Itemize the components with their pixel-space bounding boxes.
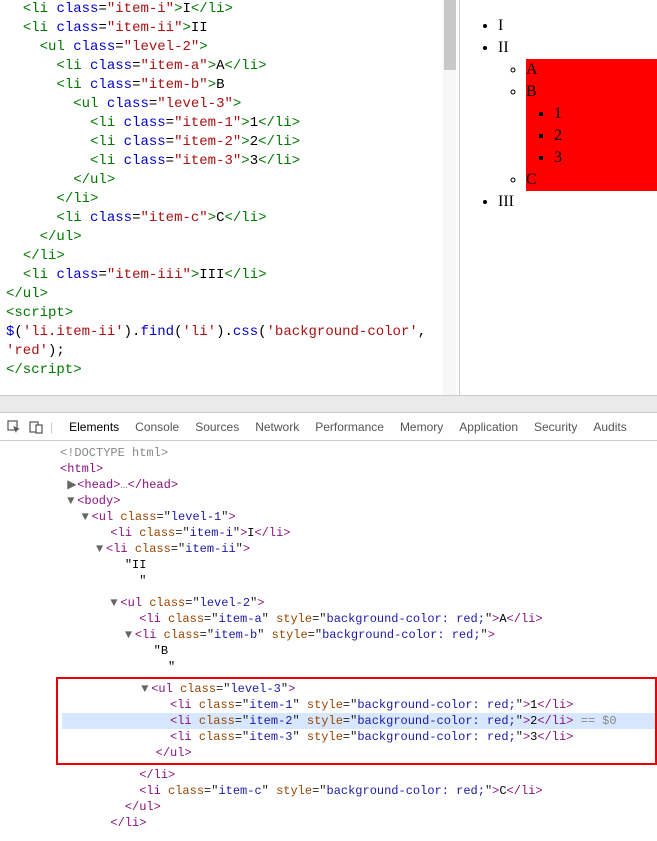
preview-item-1: 1 [554, 103, 657, 125]
preview-pane: I II A B 1 2 3 C III [460, 0, 657, 395]
preview-item-2: 2 [554, 125, 657, 147]
tab-network[interactable]: Network [255, 420, 299, 434]
preview-item-3: 3 [554, 147, 657, 169]
code-editor-pane[interactable]: <li class="item-i">I</li> <li class="ite… [0, 0, 460, 395]
preview-item-ii: II A B 1 2 3 C [498, 37, 657, 191]
tab-memory[interactable]: Memory [400, 420, 443, 434]
preview-item-b: B 1 2 3 [526, 81, 657, 169]
tab-application[interactable]: Application [459, 420, 518, 434]
scrollbar-thumb[interactable] [444, 0, 456, 70]
code-content: <li class="item-i">I</li> <li class="ite… [6, 0, 453, 380]
tab-performance[interactable]: Performance [315, 420, 384, 434]
elements-selected-node[interactable]: <li class="item-2" style="background-col… [62, 713, 655, 729]
pane-divider[interactable] [0, 395, 657, 413]
preview-item-c: C [526, 169, 657, 191]
tab-security[interactable]: Security [534, 420, 577, 434]
elements-highlight-box: ▼<ul class="level-3"> <li class="item-1"… [56, 677, 657, 765]
tab-console[interactable]: Console [135, 420, 179, 434]
tab-audits[interactable]: Audits [593, 420, 626, 434]
preview-item-iii: III [498, 191, 657, 213]
devtools-toolbar: | Elements Console Sources Network Perfo… [0, 413, 657, 441]
elements-tree[interactable]: <!DOCTYPE html> <html> ▶<head>…</head> ▼… [0, 441, 657, 841]
devtools-tabs: Elements Console Sources Network Perform… [69, 420, 627, 434]
code-scrollbar[interactable] [443, 0, 457, 395]
inspect-icon[interactable] [6, 419, 22, 435]
preview-item-i: I [498, 15, 657, 37]
tab-elements[interactable]: Elements [69, 420, 119, 434]
preview-item-a: A [526, 59, 657, 81]
tab-sources[interactable]: Sources [195, 420, 239, 434]
device-icon[interactable] [28, 419, 44, 435]
devtools-panel: | Elements Console Sources Network Perfo… [0, 413, 657, 841]
